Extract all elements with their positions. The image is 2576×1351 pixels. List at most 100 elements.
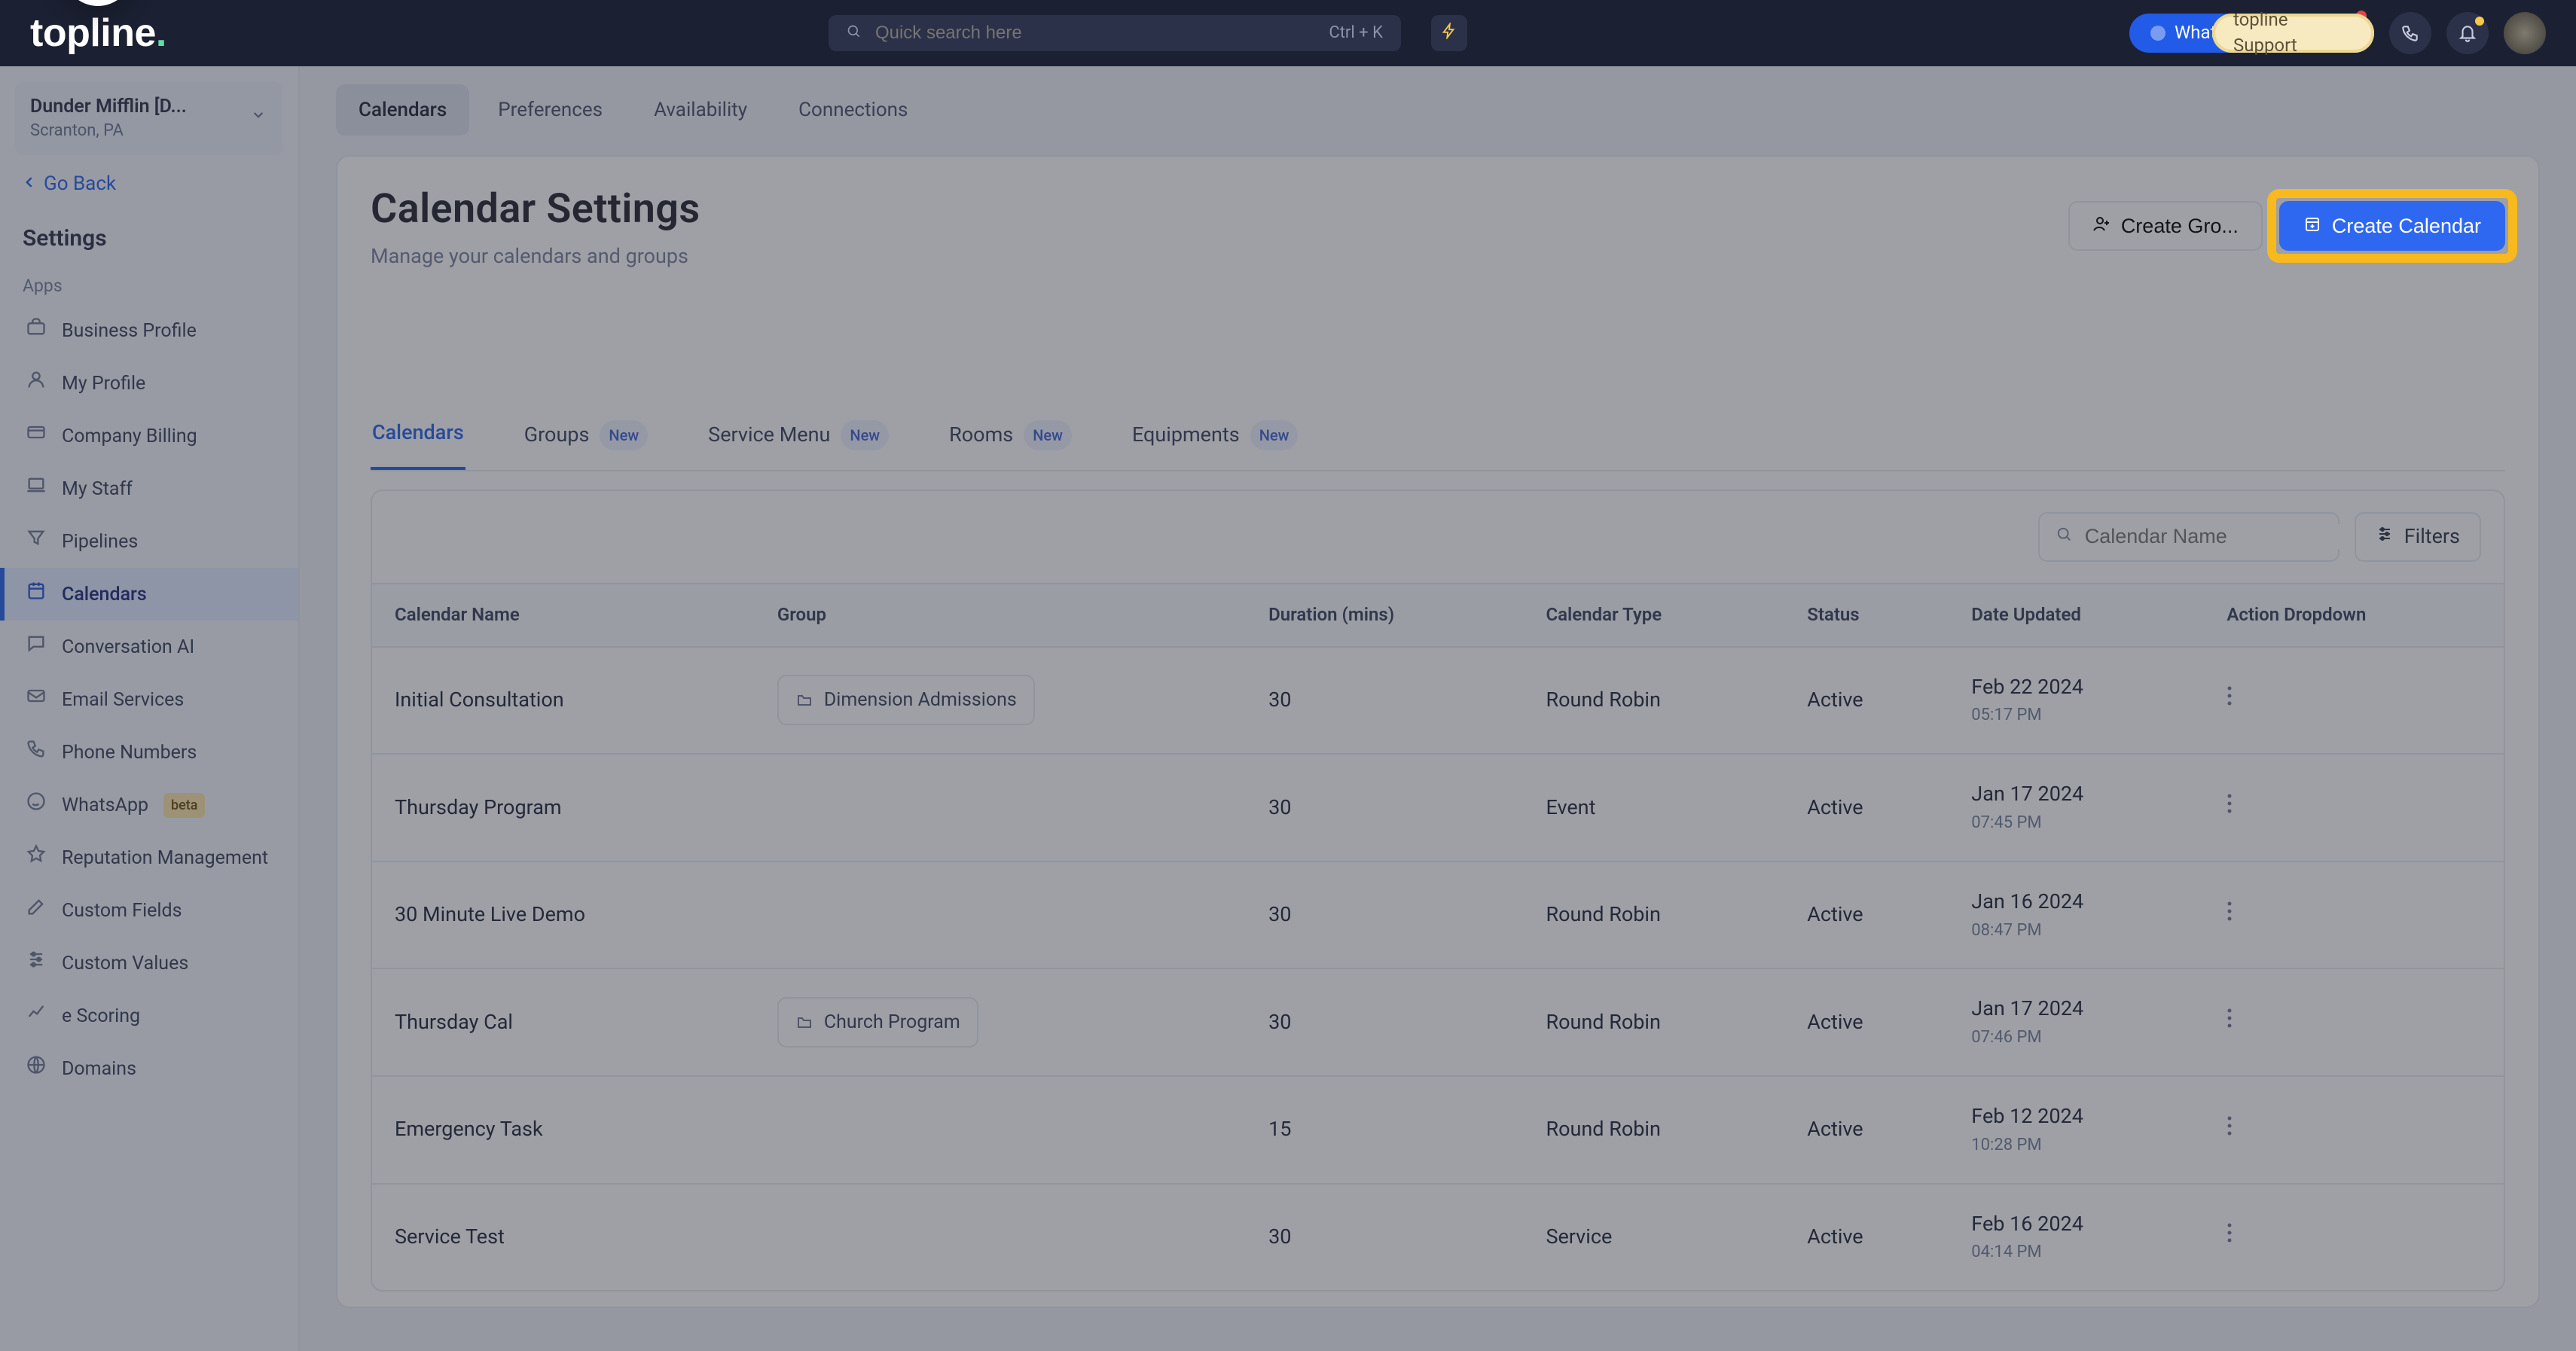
new-pill: New (1250, 420, 1299, 450)
cell-name: Initial Consultation (372, 647, 755, 755)
sidebar-item-label: My Profile (62, 371, 145, 397)
sidebar: Dunder Mifflin [D... Scranton, PA Go Bac… (0, 66, 300, 1351)
sidebar-item-company-billing[interactable]: Company Billing (0, 410, 298, 462)
cell-status: Active (1784, 754, 1949, 862)
sidebar-item-e-scoring[interactable]: e Scoring (0, 990, 298, 1042)
sidebar-item-my-staff[interactable]: My Staff (0, 462, 298, 515)
subtab-calendars[interactable]: Calendars (371, 419, 465, 470)
calendar-icon (26, 580, 47, 608)
go-back-link[interactable]: Go Back (0, 170, 298, 211)
row-actions-button[interactable] (2227, 795, 2233, 819)
sidebar-item-pipelines[interactable]: Pipelines (0, 515, 298, 568)
subtab-rooms[interactable]: RoomsNew (948, 420, 1073, 470)
sidebar-item-label: Reputation Management (62, 845, 268, 871)
account-name: Dunder Mifflin [D... (30, 93, 240, 120)
sidebar-category: Apps (0, 267, 298, 304)
sidebar-item-whatsapp[interactable]: WhatsAppbeta (0, 779, 298, 831)
sidebar-item-my-profile[interactable]: My Profile (0, 357, 298, 410)
table-search-input[interactable] (2083, 524, 2353, 549)
create-calendar-button[interactable]: Create Calendar (2279, 201, 2505, 251)
tab-preferences[interactable]: Preferences (475, 84, 625, 136)
create-group-button[interactable]: Create Gro... (2068, 201, 2263, 251)
briefcase-icon (26, 316, 47, 345)
globe-icon (26, 1054, 47, 1083)
table-search[interactable] (2038, 512, 2339, 562)
cell-date: Jan 17 202407:46 PM (1949, 968, 2204, 1076)
phone-icon (26, 738, 47, 767)
section-title: Settings (0, 211, 298, 267)
search-input[interactable] (874, 22, 1317, 44)
subtab-service-menu[interactable]: Service MenuNew (707, 420, 890, 470)
support-chip[interactable]: topline Support (2212, 14, 2374, 53)
cell-name: 30 Minute Live Demo (372, 862, 755, 969)
cell-type: Round Robin (1523, 968, 1784, 1076)
bolt-icon (1441, 20, 1457, 47)
table-row: Thursday Program30EventActiveJan 17 2024… (372, 754, 2504, 862)
cell-actions (2204, 968, 2504, 1076)
sidebar-item-label: Email Services (62, 687, 184, 713)
sidebar-item-calendars[interactable]: Calendars (0, 568, 298, 621)
col-calendar-type: Calendar Type (1523, 584, 1784, 647)
sidebar-item-conversation-ai[interactable]: Conversation AI (0, 621, 298, 673)
row-actions-button[interactable] (2227, 1118, 2233, 1142)
cell-type: Round Robin (1523, 647, 1784, 755)
tab-calendars[interactable]: Calendars (336, 84, 469, 136)
sidebar-item-business-profile[interactable]: Business Profile (0, 304, 298, 357)
cell-status: Active (1784, 862, 1949, 969)
sidebar-item-label: Calendars (62, 581, 147, 608)
table-row: Service Test30ServiceActiveFeb 16 202404… (372, 1184, 2504, 1291)
sidebar-item-label: Custom Fields (62, 898, 182, 924)
cell-actions (2204, 647, 2504, 755)
new-pill: New (600, 420, 648, 450)
sidebar-item-label: Pipelines (62, 529, 138, 555)
sidebar-item-custom-values[interactable]: Custom Values (0, 937, 298, 990)
sidebar-item-domains[interactable]: Domains (0, 1042, 298, 1095)
table-row: Thursday CalChurch Program30Round RobinA… (372, 968, 2504, 1076)
col-date-updated: Date Updated (1949, 584, 2204, 647)
cell-actions (2204, 1076, 2504, 1184)
account-switcher[interactable]: Dunder Mifflin [D... Scranton, PA (15, 81, 283, 155)
sidebar-item-phone-numbers[interactable]: Phone Numbers (0, 726, 298, 779)
row-actions-button[interactable] (2227, 903, 2233, 927)
cell-status: Active (1784, 647, 1949, 755)
row-actions-button[interactable] (2227, 688, 2233, 712)
table-row: Emergency Task15Round RobinActiveFeb 12 … (372, 1076, 2504, 1184)
sidebar-item-reputation-management[interactable]: Reputation Management (0, 831, 298, 884)
cell-duration: 30 (1246, 968, 1523, 1076)
avatar[interactable] (2504, 12, 2546, 54)
subtab-equipments[interactable]: EquipmentsNew (1131, 420, 1299, 470)
filter-icon (2376, 523, 2394, 551)
subtab-groups[interactable]: GroupsNew (523, 420, 649, 470)
top-bar: topline. Ctrl + K What dates topline Sup… (0, 0, 2576, 66)
tab-availability[interactable]: Availability (631, 84, 770, 136)
calendar-plus-icon (2303, 215, 2321, 238)
chevron-down-icon (249, 105, 268, 132)
account-sub: Scranton, PA (30, 120, 240, 143)
cell-duration: 30 (1246, 647, 1523, 755)
tab-connections[interactable]: Connections (776, 84, 930, 136)
cell-actions (2204, 862, 2504, 969)
cell-duration: 30 (1246, 754, 1523, 862)
row-actions-button[interactable] (2227, 1010, 2233, 1034)
calendar-table: Calendar NameGroupDuration (mins)Calenda… (372, 583, 2504, 1290)
cell-type: Round Robin (1523, 862, 1784, 969)
group-tag[interactable]: Church Program (777, 997, 978, 1048)
global-search[interactable]: Ctrl + K (829, 15, 1401, 51)
sidebar-item-email-services[interactable]: Email Services (0, 673, 298, 726)
cell-group (755, 754, 1246, 862)
mail-icon (26, 685, 47, 714)
filters-button[interactable]: Filters (2355, 512, 2481, 562)
quick-action-button[interactable] (1431, 15, 1467, 51)
sidebar-item-custom-fields[interactable]: Custom Fields (0, 884, 298, 937)
search-icon (847, 20, 862, 47)
notifications-button[interactable] (2446, 12, 2489, 54)
sidebar-item-label: My Staff (62, 476, 133, 502)
cell-type: Round Robin (1523, 1076, 1784, 1184)
cell-name: Service Test (372, 1184, 755, 1291)
phone-button[interactable] (2389, 12, 2431, 54)
beta-badge: beta (163, 793, 205, 818)
search-icon (2056, 523, 2073, 550)
cell-date: Feb 12 202410:28 PM (1949, 1076, 2204, 1184)
row-actions-button[interactable] (2227, 1224, 2233, 1249)
group-tag[interactable]: Dimension Admissions (777, 675, 1035, 725)
